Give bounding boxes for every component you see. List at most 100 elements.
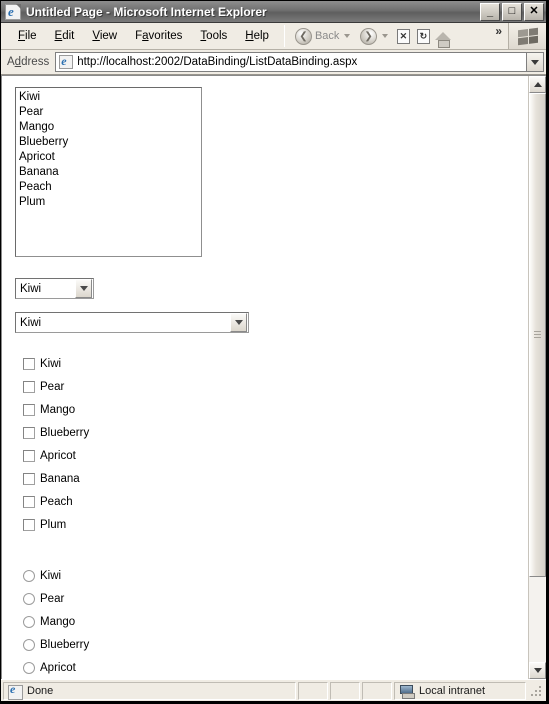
stop-button[interactable]: ✕ — [394, 27, 412, 45]
address-dropdown-button[interactable] — [526, 52, 544, 72]
radio-input[interactable] — [23, 662, 35, 674]
minimize-button[interactable]: _ — [480, 2, 500, 21]
browser-window: Untitled Page - Microsoft Internet Explo… — [0, 0, 549, 704]
home-icon — [435, 32, 452, 48]
maximize-button[interactable]: □ — [502, 2, 522, 21]
address-url-text: http://localhost:2002/DataBinding/ListDa… — [77, 56, 358, 68]
checkbox-label[interactable]: Pear — [40, 381, 64, 393]
checkbox-row[interactable]: Blueberry — [23, 422, 89, 444]
home-button[interactable] — [434, 27, 452, 48]
status-segment — [298, 681, 328, 700]
menu-file-post: ile — [25, 30, 37, 42]
radio-input[interactable] — [23, 639, 35, 651]
checkbox-label[interactable]: Peach — [40, 496, 73, 508]
scrollbar-track[interactable] — [529, 93, 546, 662]
window-title: Untitled Page - Microsoft Internet Explo… — [26, 4, 267, 19]
stop-glyph: ✕ — [399, 30, 408, 41]
fruit-listbox[interactable]: Kiwi Pear Mango Blueberry Apricot Banana… — [15, 87, 202, 257]
radio-input[interactable] — [23, 593, 35, 605]
listbox-option[interactable]: Plum — [19, 195, 201, 210]
dropdown-small-arrow-button[interactable] — [75, 279, 92, 298]
back-dropdown-icon[interactable] — [344, 34, 351, 38]
window-controls: _ □ ✕ — [480, 2, 544, 21]
checkbox-label[interactable]: Mango — [40, 404, 75, 416]
scroll-up-button[interactable] — [529, 76, 546, 93]
checkbox-label[interactable]: Plum — [40, 519, 66, 531]
fruit-checkbox-list: Kiwi Pear Mango Blueberry Apricot Banana… — [23, 353, 89, 537]
close-button[interactable]: ✕ — [524, 2, 544, 21]
listbox-option[interactable]: Apricot — [19, 150, 201, 165]
radio-row[interactable]: Kiwi — [23, 565, 89, 587]
security-zone-label: Local intranet — [419, 684, 486, 697]
address-input[interactable]: http://localhost:2002/DataBinding/ListDa… — [55, 52, 526, 72]
radio-row[interactable]: Pear — [23, 588, 89, 610]
forward-dropdown-icon[interactable] — [382, 34, 389, 38]
close-icon: ✕ — [529, 5, 539, 17]
menu-item-view[interactable]: View — [83, 27, 126, 45]
radio-row[interactable]: Blueberry — [23, 634, 89, 656]
checkbox-row[interactable]: Plum — [23, 514, 89, 536]
menu-fav-post: vorites — [148, 30, 183, 42]
checkbox-row[interactable]: Kiwi — [23, 353, 89, 375]
page-scrollbar[interactable] — [528, 76, 546, 679]
title-bar: Untitled Page - Microsoft Internet Explo… — [1, 1, 546, 23]
menu-edit-post: dit — [62, 30, 75, 42]
radio-label[interactable]: Kiwi — [40, 570, 61, 582]
menu-item-favorites[interactable]: Favorites — [126, 27, 191, 45]
menu-item-help[interactable]: Help — [236, 27, 278, 45]
security-zone-cell[interactable]: Local intranet — [394, 681, 526, 700]
checkbox-input[interactable] — [23, 496, 35, 508]
radio-row[interactable]: Apricot — [23, 657, 89, 679]
radio-label[interactable]: Pear — [40, 593, 64, 605]
radio-label[interactable]: Mango — [40, 616, 75, 628]
forward-button[interactable]: ❮ — [356, 26, 392, 47]
listbox-option[interactable]: Blueberry — [19, 135, 201, 150]
checkbox-label[interactable]: Apricot — [40, 450, 76, 462]
checkbox-row[interactable]: Mango — [23, 399, 89, 421]
checkbox-input[interactable] — [23, 381, 35, 393]
fruit-radio-list: Kiwi Pear Mango Blueberry Apricot — [23, 565, 89, 679]
checkbox-row[interactable]: Peach — [23, 491, 89, 513]
checkbox-input[interactable] — [23, 519, 35, 531]
navigation-toolbar: ❮ Back ❮ ✕ ↻ — [291, 26, 452, 48]
radio-label[interactable]: Blueberry — [40, 639, 89, 651]
menu-item-edit[interactable]: Edit — [46, 27, 84, 45]
checkbox-label[interactable]: Blueberry — [40, 427, 89, 439]
checkbox-input[interactable] — [23, 404, 35, 416]
listbox-option[interactable]: Peach — [19, 180, 201, 195]
menu-help-post: elp — [253, 30, 269, 42]
toolbar-overflow-chevron[interactable]: » — [489, 24, 508, 48]
checkbox-label[interactable]: Banana — [40, 473, 80, 485]
radio-row[interactable]: Mango — [23, 611, 89, 633]
menu-items: File Edit View Favorites Tools Help — [1, 27, 278, 45]
resize-grip-icon[interactable] — [530, 684, 544, 698]
listbox-option[interactable]: Mango — [19, 120, 201, 135]
status-page-icon — [8, 682, 23, 700]
listbox-option[interactable]: Banana — [19, 165, 201, 180]
refresh-button[interactable]: ↻ — [414, 27, 432, 45]
scrollbar-thumb[interactable] — [529, 93, 546, 577]
fruit-dropdown-large[interactable]: Kiwi — [15, 312, 249, 333]
checkbox-row[interactable]: Banana — [23, 468, 89, 490]
fruit-dropdown-small[interactable]: Kiwi — [15, 278, 94, 299]
dropdown-large-arrow-button[interactable] — [230, 313, 247, 332]
stop-icon: ✕ — [396, 28, 410, 44]
scroll-down-button[interactable] — [529, 662, 546, 679]
scroll-down-icon — [533, 668, 542, 673]
checkbox-input[interactable] — [23, 358, 35, 370]
radio-input[interactable] — [23, 616, 35, 628]
menu-item-file[interactable]: File — [9, 27, 46, 45]
listbox-option[interactable]: Pear — [19, 105, 201, 120]
radio-input[interactable] — [23, 570, 35, 582]
menu-item-tools[interactable]: Tools — [191, 27, 236, 45]
checkbox-row[interactable]: Pear — [23, 376, 89, 398]
checkbox-input[interactable] — [23, 427, 35, 439]
radio-label[interactable]: Apricot — [40, 662, 76, 674]
screenshot-root: Untitled Page - Microsoft Internet Explo… — [0, 0, 549, 704]
listbox-option[interactable]: Kiwi — [19, 90, 201, 105]
checkbox-label[interactable]: Kiwi — [40, 358, 61, 370]
checkbox-input[interactable] — [23, 450, 35, 462]
checkbox-input[interactable] — [23, 473, 35, 485]
back-button[interactable]: ❮ Back — [291, 26, 354, 47]
checkbox-row[interactable]: Apricot — [23, 445, 89, 467]
